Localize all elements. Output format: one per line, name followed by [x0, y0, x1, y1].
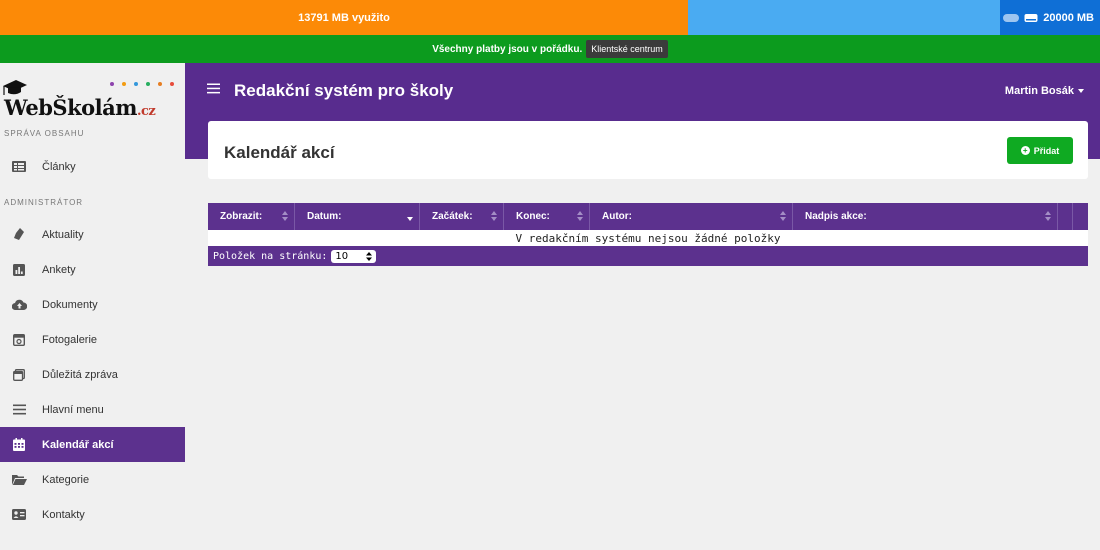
logo-dots: [110, 82, 174, 86]
photo-gallery-icon: [9, 333, 29, 346]
sidebar-item-polls[interactable]: Ankety: [0, 252, 185, 287]
column-label: Začátek:: [432, 211, 473, 222]
window-icon: [9, 368, 29, 381]
add-button-label: Přidat: [1033, 145, 1060, 156]
sidebar-item-photo-gallery[interactable]: Fotogalerie: [0, 322, 185, 357]
table-footer: Položek na stránku: 10: [208, 246, 1088, 266]
logo-dot: [134, 82, 138, 86]
sidebar-item-contacts[interactable]: Kontakty: [0, 497, 185, 532]
sort-icon: [780, 211, 786, 222]
column-header-author[interactable]: Autor:: [590, 203, 793, 230]
logo-dot: [170, 82, 174, 86]
sidebar-item-label: Dokumenty: [42, 298, 98, 311]
sidebar-item-label: Kalendář akcí: [42, 438, 114, 451]
menu-icon: [9, 404, 29, 415]
sidebar-item-label: Kategorie: [42, 473, 90, 486]
column-header-show[interactable]: Zobrazit:: [208, 203, 295, 230]
column-label: Autor:: [602, 211, 632, 222]
user-name: Martin Bosák: [1004, 85, 1074, 97]
sidebar-item-label: Důležitá zpráva: [42, 368, 118, 381]
logo-dot: [158, 82, 162, 86]
storage-used: 13791 MB využito: [0, 0, 688, 35]
logo-name: WebŠkolám: [4, 95, 137, 120]
sidebar-item-event-calendar[interactable]: Kalendář akcí: [0, 427, 185, 462]
storage-used-label: 13791 MB využito: [298, 11, 390, 24]
sort-icon: [577, 211, 583, 222]
column-header-extra: [1058, 203, 1073, 230]
sort-icon: [491, 211, 497, 222]
section-title-content: SPRÁVA OBSAHU: [4, 129, 85, 138]
chevron-down-icon: [1078, 89, 1084, 93]
sidebar-item-label: Kontakty: [42, 508, 85, 521]
column-header-event-title[interactable]: Nadpis akce:: [793, 203, 1058, 230]
column-header-end[interactable]: Konec:: [504, 203, 590, 230]
add-button[interactable]: + Přidat: [1007, 137, 1073, 164]
app-title: Redakční systém pro školy: [234, 81, 454, 100]
sidebar-item-articles[interactable]: Články: [0, 149, 185, 184]
sidebar-item-important-message[interactable]: Důležitá zpráva: [0, 357, 185, 392]
user-menu[interactable]: Martin Bosák: [1005, 85, 1084, 97]
poll-icon: [9, 263, 29, 276]
plus-circle-icon: +: [1020, 146, 1030, 155]
articles-icon: [9, 161, 29, 172]
logo-text: WebŠkolám.cz: [4, 95, 156, 120]
calendar-icon: [9, 438, 29, 451]
per-page-select[interactable]: 10: [331, 249, 377, 263]
sort-icon: [1045, 211, 1051, 222]
sidebar-item-label: Články: [42, 160, 76, 173]
empty-table-message: V redakčním systému nejsou žádné položky: [208, 230, 1088, 246]
sidebar-item-news[interactable]: Aktuality: [0, 217, 185, 252]
hard-drive-icon: [1024, 13, 1038, 22]
storage-bar: 13791 MB využito 20000 MB: [0, 0, 1100, 35]
per-page-value: 10: [335, 250, 349, 262]
payment-status-bar: Všechny platby jsou v pořádku. Klientské…: [0, 35, 1100, 63]
sidebar-item-main-menu[interactable]: Hlavní menu: [0, 392, 185, 427]
folder-open-icon: [9, 474, 29, 485]
toggle-icon: [1003, 13, 1020, 22]
section-title-admin: ADMINISTRÁTOR: [4, 198, 84, 207]
sidebar-item-label: Aktuality: [42, 228, 84, 241]
cloud-upload-icon: [9, 299, 29, 310]
sidebar-item-label: Fotogalerie: [42, 333, 98, 346]
logo-dot: [146, 82, 150, 86]
sort-desc-icon: [407, 211, 413, 222]
hamburger-menu-icon[interactable]: [207, 82, 220, 98]
storage-total: 20000 MB: [1000, 0, 1100, 35]
sort-icon: [282, 211, 288, 222]
page-header-card: Kalendář akcí + Přidat: [208, 121, 1088, 179]
column-label: Nadpis akce:: [805, 211, 867, 222]
sidebar-item-label: Ankety: [42, 263, 76, 276]
sidebar: WebŠkolám.cz SPRÁVA OBSAHU Články ADMINI…: [0, 63, 185, 550]
select-arrows-icon: [366, 251, 373, 261]
sidebar-item-documents[interactable]: Dokumenty: [0, 287, 185, 322]
client-center-button[interactable]: Klientské centrum: [586, 40, 668, 58]
column-label: Konec:: [516, 211, 550, 222]
storage-total-label: 20000 MB: [1043, 11, 1094, 24]
page-title: Kalendář akcí: [224, 143, 335, 162]
column-label: Datum:: [307, 211, 342, 222]
sidebar-item-categories[interactable]: Kategorie: [0, 462, 185, 497]
sidebar-item-label: Hlavní menu: [42, 403, 104, 416]
column-label: Zobrazit:: [220, 211, 263, 222]
column-header-extra: [1073, 203, 1088, 230]
logo-suffix: .cz: [136, 104, 156, 119]
table-header: Zobrazit: Datum: Začátek: Konec: Autor: …: [208, 203, 1088, 230]
logo-dot: [110, 82, 114, 86]
logo[interactable]: WebŠkolám.cz: [0, 73, 185, 129]
payment-status-text: Všechny platby jsou v pořádku.: [432, 43, 583, 55]
logo-dot: [122, 82, 126, 86]
news-icon: [9, 228, 29, 241]
per-page-label: Položek na stránku:: [213, 250, 328, 262]
column-header-date[interactable]: Datum:: [295, 203, 420, 230]
column-header-start[interactable]: Začátek:: [420, 203, 504, 230]
contact-card-icon: [9, 509, 29, 520]
